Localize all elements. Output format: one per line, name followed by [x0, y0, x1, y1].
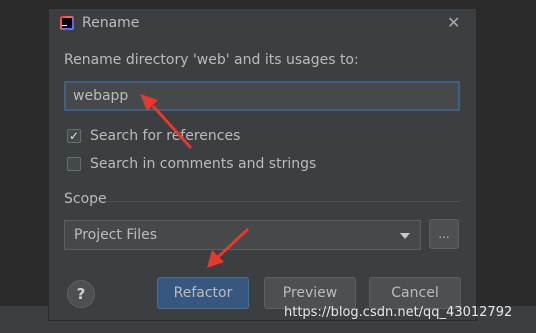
search-references-label: Search for references	[90, 128, 241, 144]
search-comments-label: Search in comments and strings	[90, 156, 317, 172]
scope-label: Scope	[64, 191, 107, 207]
search-comments-option[interactable]: Search in comments and strings	[67, 155, 316, 173]
refactor-button[interactable]: Refactor	[157, 277, 249, 309]
scope-separator	[107, 201, 460, 202]
rename-prompt: Rename directory 'web' and its usages to…	[64, 52, 359, 68]
scope-dropdown[interactable]: Project Files	[64, 220, 421, 250]
jetbrains-app-icon	[60, 16, 74, 30]
dialog-title: Rename	[82, 15, 140, 31]
browse-scope-button[interactable]: ...	[429, 219, 459, 249]
watermark: https://blog.csdn.net/qq_43012792	[284, 305, 513, 320]
scope-selected-value: Project Files	[74, 227, 158, 243]
search-comments-checkbox[interactable]	[67, 157, 81, 171]
close-icon[interactable]: ✕	[447, 14, 460, 32]
rename-dialog: Rename ✕ Rename directory 'web' and its …	[48, 8, 477, 321]
search-references-checkbox[interactable]: ✓	[67, 129, 81, 143]
search-references-option[interactable]: ✓ Search for references	[67, 127, 240, 145]
new-name-input[interactable]	[64, 81, 460, 111]
chevron-down-icon	[400, 233, 410, 239]
help-button[interactable]: ?	[67, 280, 95, 308]
